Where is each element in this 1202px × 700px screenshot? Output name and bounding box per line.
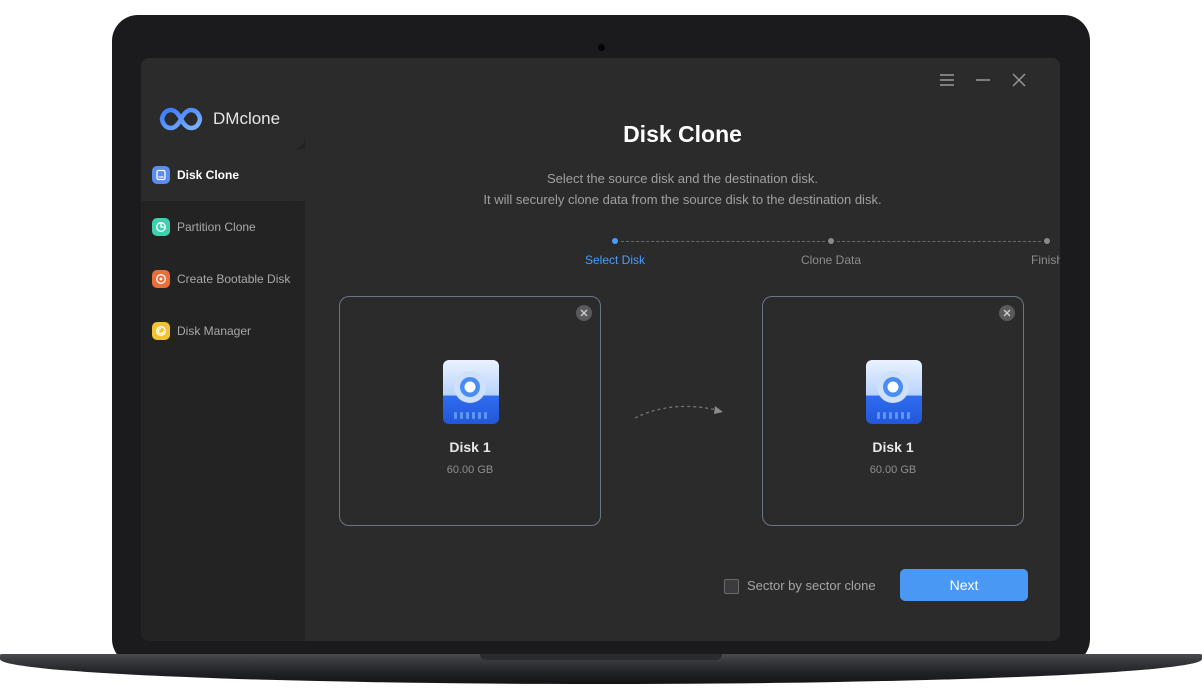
step-connector	[621, 241, 825, 242]
sidebar: DMclone Disk Clone Partition Clone Creat…	[141, 58, 305, 641]
destination-disk-size: 60.00 GB	[869, 464, 917, 476]
menu-icon[interactable]	[937, 70, 957, 90]
logo-area: DMclone	[141, 58, 305, 149]
sidebar-item-disk-clone[interactable]: Disk Clone	[141, 149, 305, 201]
sidebar-item-label: Disk Clone	[177, 168, 240, 182]
dmclone-logo-icon	[159, 107, 203, 131]
remove-source-disk-button[interactable]	[576, 305, 592, 321]
step-connector	[837, 241, 1041, 242]
source-disk-name: Disk 1	[449, 439, 491, 455]
source-disk-size: 60.00 GB	[446, 464, 494, 476]
camera-dot	[598, 44, 605, 51]
partition-icon	[152, 218, 170, 236]
subtitle-line-2: It will securely clone data from the sou…	[483, 192, 882, 207]
step-label-clone-data: Clone Data	[800, 253, 862, 267]
main-panel: Disk Clone Select the source disk and th…	[305, 58, 1060, 641]
step-dot-clone-data	[828, 238, 834, 244]
hard-disk-icon	[443, 360, 499, 424]
app-name: DMclone	[213, 109, 281, 128]
close-icon[interactable]	[1009, 70, 1029, 90]
hard-disk-icon	[866, 360, 922, 424]
bootable-disk-icon	[152, 270, 170, 288]
app-window: DMclone Disk Clone Partition Clone Creat…	[141, 58, 1060, 641]
sidebar-item-partition-clone[interactable]: Partition Clone	[141, 201, 305, 253]
destination-disk-name: Disk 1	[872, 439, 914, 455]
close-icon	[1003, 309, 1011, 317]
laptop-notch	[480, 654, 722, 660]
step-label-select-disk: Select Disk	[584, 253, 646, 267]
destination-disk-card[interactable]: Disk 1 60.00 GB	[762, 296, 1024, 526]
minimize-icon[interactable]	[973, 70, 993, 90]
step-dot-select-disk	[612, 238, 618, 244]
close-icon	[580, 309, 588, 317]
disk-manager-icon	[152, 322, 170, 340]
sector-clone-checkbox[interactable]	[724, 579, 739, 594]
clone-direction-arrow-icon	[634, 405, 723, 419]
subtitle-line-1: Select the source disk and the destinati…	[547, 171, 818, 186]
step-label-finish: Finish	[1030, 253, 1060, 267]
next-button[interactable]: Next	[900, 569, 1028, 601]
sidebar-item-label: Partition Clone	[177, 220, 256, 234]
disk-icon	[152, 166, 170, 184]
sidebar-item-label: Disk Manager	[177, 324, 252, 338]
source-disk-card[interactable]: Disk 1 60.00 GB	[339, 296, 601, 526]
sidebar-item-create-bootable-disk[interactable]: Create Bootable Disk	[141, 253, 305, 305]
remove-destination-disk-button[interactable]	[999, 305, 1015, 321]
sidebar-item-disk-manager[interactable]: Disk Manager	[141, 305, 305, 357]
sector-clone-label[interactable]: Sector by sector clone	[747, 578, 876, 593]
page-title: Disk Clone	[623, 121, 742, 147]
sidebar-item-label: Create Bootable Disk	[177, 272, 291, 286]
step-dot-finish	[1044, 238, 1050, 244]
